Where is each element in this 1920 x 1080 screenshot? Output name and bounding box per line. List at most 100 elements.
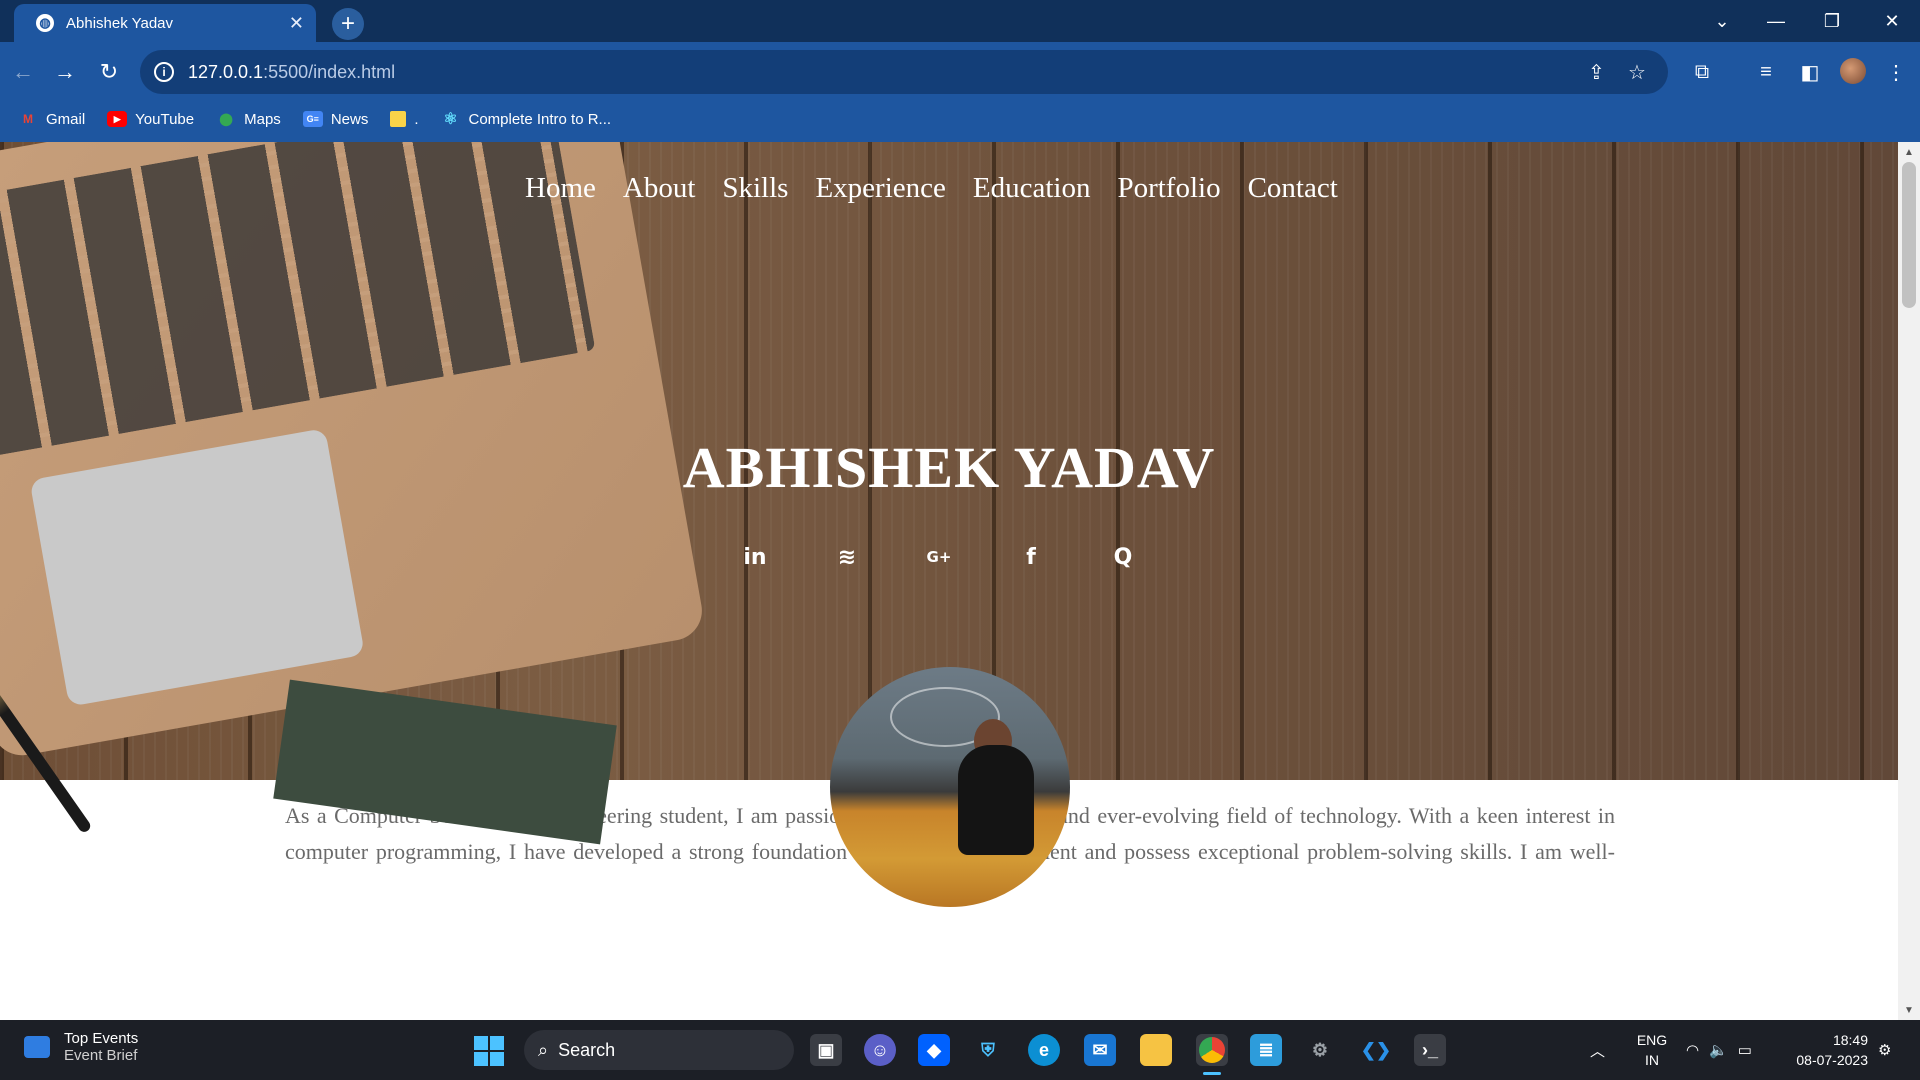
wifi-icon: ◠ [1686,1042,1700,1059]
settings-gear-icon[interactable]: ⚙ [1304,1034,1336,1066]
widget-title: Top Events [64,1030,139,1047]
profile-photo [830,667,1070,907]
nav-link-portfolio[interactable]: Portfolio [1117,172,1220,205]
browser-tab[interactable]: ◍ Abhishek Yadav ✕ [14,4,316,42]
back-button[interactable]: ← [8,57,38,87]
widget-subtitle: Event Brief [64,1047,138,1064]
arrow-right-icon: → [54,59,76,84]
bookmark-label: Maps [244,110,281,128]
bookmark-label: Complete Intro to R... [468,110,612,128]
google-plus-icon[interactable]: G+ [924,542,954,572]
nav-link-skills[interactable]: Skills [722,172,788,205]
stackoverflow-icon[interactable]: ≋ [832,542,862,572]
youtube-icon: ▶ [107,111,128,127]
notepad-icon[interactable]: ≣ [1250,1034,1282,1066]
arrow-left-icon: ← [12,59,34,84]
nav-link-home[interactable]: Home [525,172,596,205]
dropbox-icon[interactable]: ◆ [918,1034,950,1066]
task-view-icon[interactable]: ▣ [810,1034,842,1066]
bookmark-complete-intro[interactable]: ⚛ Complete Intro to R... [441,110,612,129]
chrome-icon[interactable] [1196,1034,1228,1066]
teams-chat-icon[interactable]: ☺ [864,1034,896,1066]
react-icon: ⚛ [443,111,458,128]
forward-button[interactable]: → [50,57,80,87]
scroll-down-icon[interactable]: ▼ [1898,1002,1920,1018]
bookmark-youtube[interactable]: ▶ YouTube [107,111,194,128]
active-app-indicator [1203,1072,1221,1075]
bookmark-maps[interactable]: ⬤ Maps [216,110,281,128]
system-tray[interactable]: ◠ 🔈 ▭ [1686,1020,1752,1080]
bookmark-label: . [414,110,419,128]
vscode-icon[interactable]: ❮❯ [1360,1034,1392,1066]
language-indicator[interactable]: ENG IN [1632,1030,1672,1070]
nav-link-contact[interactable]: Contact [1248,172,1338,205]
url-host: 127.0.0.1 [188,61,264,82]
bookmark-label: News [330,110,369,128]
folder-icon [390,111,407,127]
widget-icon [24,1036,50,1058]
taskbar-search[interactable]: ⌕ Search [524,1030,794,1070]
nav-link-about[interactable]: About [623,172,696,205]
person-body-shape [958,745,1034,855]
tab-search-icon[interactable]: ⌄ [1694,0,1750,42]
bookmark-news[interactable]: G≡ News [302,110,369,128]
social-links: in ≋ G+ f Q [740,542,1138,572]
linkedin-icon[interactable]: in [740,542,770,572]
clock-date: 08-07-2023 [1796,1052,1868,1068]
start-button[interactable] [474,1036,504,1066]
minimize-button[interactable]: — [1748,0,1804,42]
scrollbar-thumb[interactable] [1902,162,1916,308]
media-control-icon[interactable]: ≡ [1752,58,1780,86]
widgets-button[interactable]: Top Events Event Brief [24,1030,138,1064]
show-hidden-icons[interactable]: ︿ [1590,1020,1605,1080]
reload-icon: ↻ [99,59,119,84]
globe-icon: ◍ [36,14,54,32]
clock[interactable]: 18:49 08-07-2023 [1776,1030,1868,1070]
tab-close-icon[interactable]: ✕ [289,13,304,34]
taskbar: Top Events Event Brief ⌕ Search ▣ ☺ ◆ ⛨ … [0,1020,1920,1080]
mail-icon[interactable]: ✉ [1084,1034,1116,1066]
bookmark-folder[interactable]: . [390,110,419,128]
star-icon[interactable]: ☆ [1628,60,1646,85]
nav-link-experience[interactable]: Experience [815,172,945,205]
share-icon[interactable]: ⇪ [1588,60,1605,85]
terminal-icon[interactable]: ›_ [1414,1034,1446,1066]
tab-strip: ◍ Abhishek Yadav ✕ + ⌄ — ❐ ✕ [0,0,1920,42]
chevron-up-icon: ︿ [1590,1042,1606,1060]
chrome-logo-icon [1199,1037,1225,1063]
scroll-up-icon[interactable]: ▲ [1898,144,1920,160]
menu-kebab-icon[interactable]: ⋮ [1882,58,1910,86]
gmail-icon: M [23,112,33,126]
bookmarks-bar: M Gmail ▶ YouTube ⬤ Maps G≡ News . ⚛ Com… [18,104,633,134]
notifications-icon[interactable]: ⚙ [1878,1020,1891,1080]
browser-toolbar: ← → ↻ i 127.0.0.1:5500/index.html ⇪ ☆ ⧉ … [0,42,1920,142]
keyboard-image [0,142,596,458]
restore-button[interactable]: ❐ [1804,0,1860,42]
region-code: IN [1645,1052,1659,1068]
bookmark-gmail[interactable]: M Gmail [18,111,85,128]
file-explorer-icon[interactable] [1140,1034,1172,1066]
windows-logo-icon [474,1036,488,1050]
tab-title: Abhishek Yadav [66,14,174,32]
close-window-button[interactable]: ✕ [1864,0,1920,42]
hero-title: ABHISHEK YADAV [682,435,1216,500]
reload-button[interactable]: ↻ [94,57,124,87]
battery-icon: ▭ [1737,1042,1752,1059]
info-icon[interactable]: i [154,62,174,82]
url-path: :5500/index.html [263,61,396,82]
address-bar[interactable]: i 127.0.0.1:5500/index.html [140,50,1668,94]
defender-icon[interactable]: ⛨ [972,1034,1004,1066]
maps-icon: ⬤ [219,112,233,126]
news-icon: G≡ [302,111,323,127]
quora-icon[interactable]: Q [1108,542,1138,572]
page-scrollbar[interactable]: ▲ ▼ [1898,142,1920,1020]
edge-icon[interactable]: e [1028,1034,1060,1066]
bookmark-label: YouTube [135,110,195,128]
profile-avatar[interactable] [1840,58,1866,84]
new-tab-button[interactable]: + [332,8,364,40]
facebook-icon[interactable]: f [1016,542,1046,572]
nav-link-education[interactable]: Education [973,172,1091,205]
language-code: ENG [1636,1032,1668,1048]
side-panel-icon[interactable]: ◧ [1796,58,1824,86]
extensions-icon[interactable]: ⧉ [1688,58,1716,86]
